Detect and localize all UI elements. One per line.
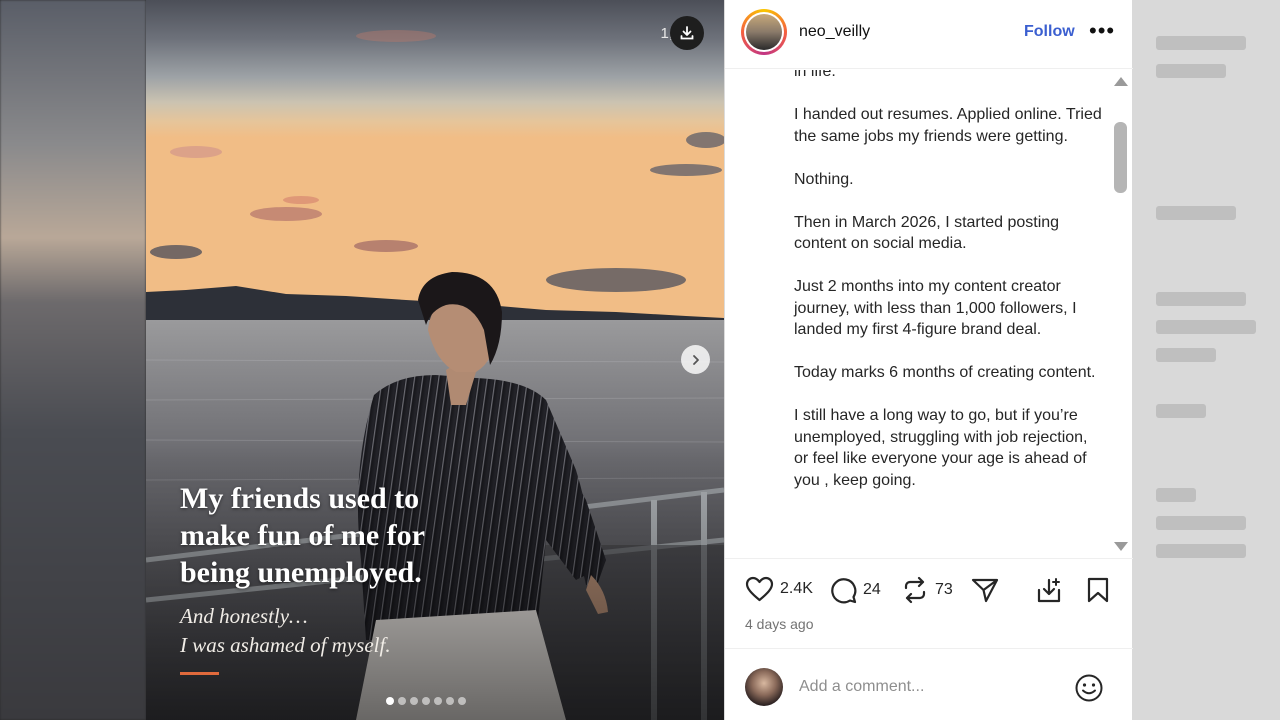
carousel-dots[interactable]: [386, 697, 466, 705]
scrollbar-thumb[interactable]: [1114, 122, 1127, 193]
heart-icon: [745, 576, 774, 602]
post-media[interactable]: 1, My friends used to make fun of me for…: [146, 0, 724, 720]
comment-icon: [831, 578, 857, 604]
more-options-icon[interactable]: •••: [1089, 20, 1115, 42]
carousel-dot[interactable]: [398, 697, 406, 705]
post-timestamp: 4 days ago: [745, 616, 814, 632]
current-user-avatar: [745, 668, 783, 706]
bookmark-action[interactable]: [1085, 576, 1111, 604]
overlay-title: My friends used to make fun of me for be…: [180, 482, 425, 589]
caption-paragraph: Nothing.: [794, 170, 854, 188]
next-slide-button[interactable]: [681, 345, 710, 374]
post-header: neo_veilly Follow •••: [725, 0, 1133, 69]
share-action[interactable]: [971, 576, 999, 604]
author-username[interactable]: neo_veilly: [799, 23, 870, 41]
repost-icon: [904, 576, 926, 604]
save-to-icon: [1037, 578, 1061, 603]
comment-bar: Add a comment...: [725, 648, 1133, 720]
caption-text: in life. I handed out resumes. Applied on…: [794, 70, 1104, 513]
scroll-down-arrow[interactable]: [1114, 542, 1128, 551]
scroll-up-arrow[interactable]: [1114, 77, 1128, 86]
comment-action[interactable]: 24: [829, 576, 881, 604]
carousel-dot[interactable]: [410, 697, 418, 705]
follow-button[interactable]: Follow: [1024, 23, 1075, 41]
caption-paragraph: I handed out resumes. Applied online. Tr…: [794, 106, 1102, 145]
like-count: 2.4K: [780, 580, 813, 597]
download-button[interactable]: [670, 16, 704, 50]
comment-count: 24: [863, 581, 881, 598]
caption-paragraph: in life.: [794, 70, 836, 80]
backdrop-right: [1132, 0, 1280, 720]
overlay-subtitle-line: I was ashamed of myself.: [180, 633, 391, 657]
repost-count: 73: [935, 581, 953, 598]
overlay-subtitle-line: And honestly…: [180, 604, 308, 628]
accent-bar: [180, 672, 219, 675]
caption-paragraph: Today marks 6 months of creating content…: [794, 364, 1096, 381]
caption-area[interactable]: in life. I handed out resumes. Applied on…: [725, 70, 1133, 558]
post-actions: 2.4K 24 73 4 days ago: [725, 558, 1133, 648]
carousel-dot[interactable]: [386, 697, 394, 705]
caption-paragraph: I still have a long way to go, but if yo…: [794, 407, 1088, 489]
emoji-icon[interactable]: [1074, 673, 1104, 703]
author-avatar[interactable]: [741, 9, 787, 55]
chevron-right-icon: [692, 354, 699, 365]
carousel-dot[interactable]: [434, 697, 442, 705]
share-icon: [971, 578, 999, 603]
save-to-action[interactable]: [1035, 576, 1063, 604]
bookmark-icon: [1087, 577, 1109, 603]
carousel-dot[interactable]: [422, 697, 430, 705]
repost-action[interactable]: 73: [901, 576, 953, 604]
carousel-dot[interactable]: [458, 697, 466, 705]
post-side-panel: neo_veilly Follow ••• in life. I handed o…: [724, 0, 1133, 720]
like-action[interactable]: 2.4K: [745, 576, 813, 602]
backdrop-left: [0, 0, 146, 720]
caption-paragraph: Just 2 months into my content creator jo…: [794, 278, 1077, 338]
caption-paragraph: Then in March 2026, I started posting co…: [794, 213, 1060, 253]
comment-input[interactable]: Add a comment...: [799, 678, 924, 696]
download-icon: [680, 26, 694, 40]
overlay-subtitle: And honestly… I was ashamed of myself.: [180, 602, 480, 660]
carousel-dot[interactable]: [446, 697, 454, 705]
